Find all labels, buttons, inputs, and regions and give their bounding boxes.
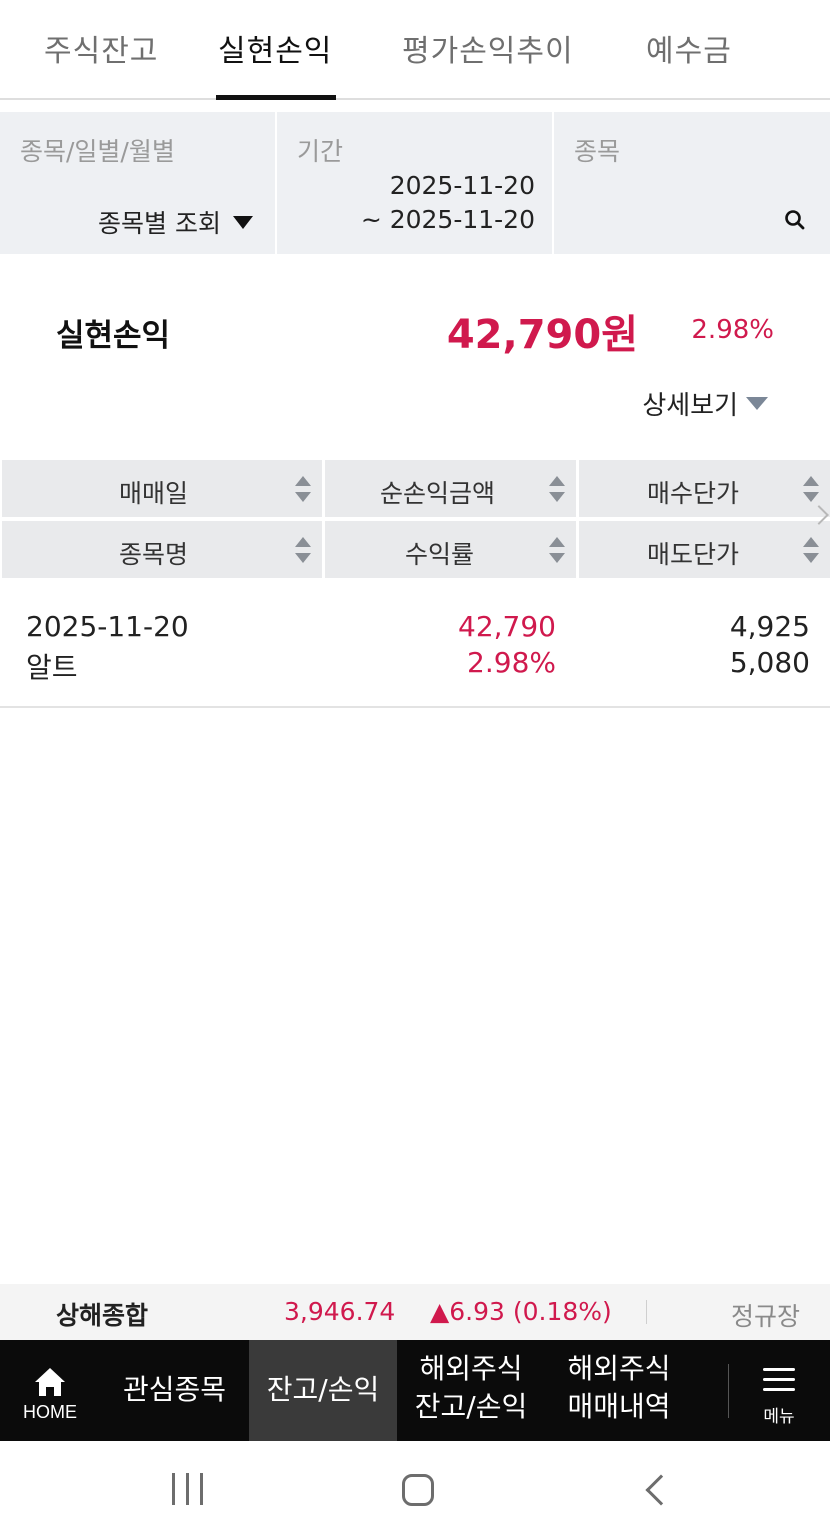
ticker-value: 3,946.74 — [284, 1297, 396, 1326]
home-icon — [35, 1368, 65, 1396]
recent-apps-icon[interactable] — [172, 1473, 204, 1505]
period-start: 2025-11-20 — [389, 171, 535, 200]
stock-label: 종목 — [574, 137, 621, 166]
sort-icon — [803, 537, 819, 563]
col-sell-price-label: 매도단가 — [647, 540, 740, 569]
filter-bar: 종목/일별/월별 종목별 조회 기간 2025-11-20 ~ 2025-11-… — [0, 112, 830, 254]
nav-watchlist-label: 관심종목 — [122, 1373, 227, 1406]
ticker-change: ▲6.93 (0.18%) — [430, 1297, 612, 1326]
index-ticker[interactable]: 상해종합 3,946.74 ▲6.93 (0.18%) 정규장 — [0, 1284, 830, 1340]
period-end: ~ 2025-11-20 — [360, 205, 535, 234]
col-buy-price-label: 매수단가 — [647, 479, 740, 508]
system-nav-bar — [0, 1441, 830, 1538]
triangle-down-icon — [746, 397, 768, 410]
col-net-profit[interactable]: 순손익금액 — [325, 460, 576, 517]
nav-home[interactable]: HOME — [0, 1340, 100, 1441]
top-tab-bar: 주식잔고 실현손익 평가손익추이 예수금 — [0, 0, 830, 100]
tab-deposit[interactable]: 예수금 — [646, 26, 732, 70]
sort-icon — [549, 537, 565, 563]
detail-view-label: 상세보기 — [642, 391, 738, 421]
sort-icon — [549, 476, 565, 502]
summary-label: 실현손익 — [56, 318, 171, 354]
nav-menu-label: 메뉴 — [763, 1407, 795, 1427]
ticker-name: 상해종합 — [56, 1301, 149, 1330]
row-stock-name: 알트 — [26, 651, 78, 684]
col-buy-price[interactable]: 매수단가 — [579, 460, 830, 517]
nav-home-label: HOME — [23, 1402, 77, 1422]
nav-overseas-history-label1: 해외주식 — [567, 1352, 671, 1385]
back-icon[interactable] — [645, 1474, 677, 1506]
tab-valuation-trend[interactable]: 평가손익추이 — [402, 26, 574, 70]
view-type-label: 종목/일별/월별 — [20, 137, 175, 166]
sort-icon — [295, 537, 311, 563]
system-home-icon[interactable] — [402, 1474, 434, 1506]
col-stock-name-label: 종목명 — [119, 540, 189, 569]
row-sell-price: 5,080 — [729, 646, 810, 679]
table-header: 매매일 순손익금액 매수단가 종목명 수익률 매도단가 — [0, 460, 830, 578]
view-type-selector[interactable]: 종목/일별/월별 종목별 조회 — [0, 112, 275, 254]
nav-watchlist[interactable]: 관심종목 — [100, 1340, 249, 1441]
nav-overseas-balance-label2: 잔고/손익 — [414, 1390, 528, 1423]
row-return-rate: 2.98% — [467, 646, 556, 679]
market-status: 정규장 — [730, 1302, 800, 1331]
caret-down-icon — [233, 216, 253, 229]
ticker-divider — [646, 1300, 647, 1324]
nav-overseas-balance[interactable]: 해외주식 잔고/손익 — [397, 1340, 545, 1441]
row-net-profit: 42,790 — [458, 610, 556, 643]
hamburger-menu-icon — [763, 1368, 795, 1392]
detail-view-button[interactable]: 상세보기 — [642, 385, 768, 422]
active-tab-indicator — [216, 95, 336, 100]
col-return-rate-label: 수익률 — [405, 540, 475, 569]
col-trade-date-label: 매매일 — [119, 479, 189, 508]
nav-overseas-balance-label1: 해외주식 — [419, 1352, 523, 1385]
nav-balance-pnl[interactable]: 잔고/손익 — [249, 1340, 397, 1441]
nav-overseas-history-label2: 매매내역 — [567, 1390, 671, 1423]
bottom-nav: HOME 관심종목 잔고/손익 해외주식 잔고/손익 해외주식 매매내역 메뉴 — [0, 1340, 830, 1441]
search-icon[interactable] — [784, 209, 806, 231]
col-net-profit-label: 순손익금액 — [380, 479, 496, 508]
period-label: 기간 — [297, 137, 344, 166]
table-row[interactable]: 2025-11-20 알트 42,790 2.98% 4,925 5,080 — [0, 580, 830, 708]
tab-stock-balance[interactable]: 주식잔고 — [44, 26, 158, 70]
col-return-rate[interactable]: 수익률 — [325, 521, 576, 578]
row-buy-price: 4,925 — [729, 610, 810, 643]
summary-amount: 42,790원 — [446, 312, 638, 358]
row-trade-date: 2025-11-20 — [26, 610, 189, 643]
view-type-value-text: 종목별 조회 — [98, 209, 221, 238]
tab-realized-pnl[interactable]: 실현손익 — [218, 26, 332, 70]
sort-icon — [295, 476, 311, 502]
nav-balance-pnl-label: 잔고/손익 — [266, 1373, 380, 1406]
summary-rate: 2.98% — [691, 315, 774, 345]
col-trade-date[interactable]: 매매일 — [2, 460, 322, 517]
stock-search-field[interactable]: 종목 — [554, 112, 830, 254]
nav-overseas-history[interactable]: 해외주식 매매내역 — [545, 1340, 693, 1441]
view-type-value[interactable]: 종목별 조회 — [98, 204, 253, 240]
col-stock-name[interactable]: 종목명 — [2, 521, 322, 578]
period-selector[interactable]: 기간 2025-11-20 ~ 2025-11-20 — [277, 112, 552, 254]
col-sell-price[interactable]: 매도단가 — [579, 521, 830, 578]
sort-icon — [803, 476, 819, 502]
nav-menu[interactable]: 메뉴 — [729, 1340, 830, 1441]
